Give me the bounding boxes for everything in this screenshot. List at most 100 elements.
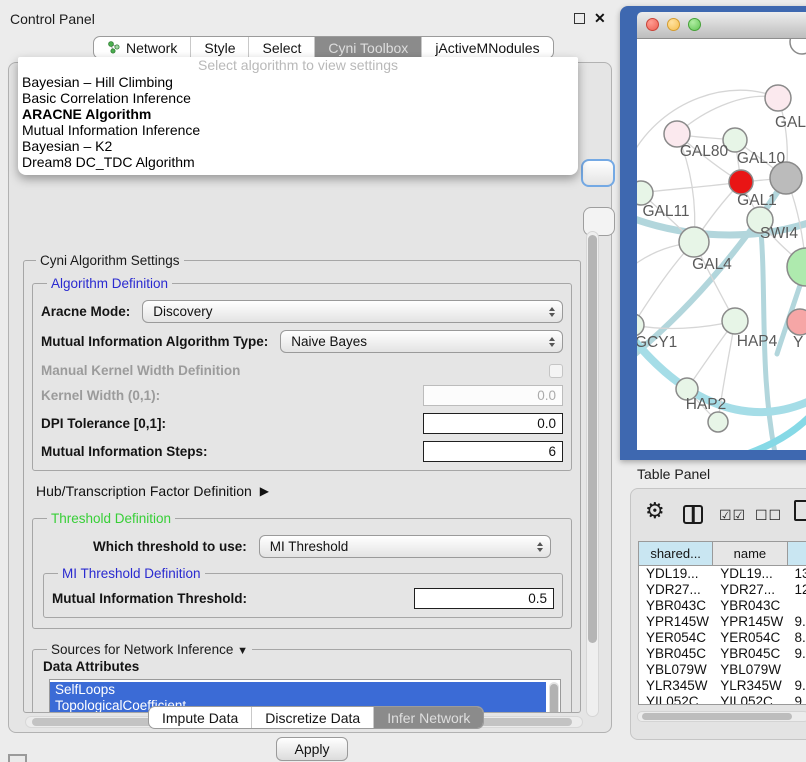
sources-legend[interactable]: Sources for Network Inference ▼ — [47, 642, 252, 657]
tab-impute-data[interactable]: Impute Data — [149, 707, 251, 728]
table-row[interactable]: YER054CYER054C8. — [639, 630, 806, 646]
table-horizontal-scrollbar[interactable] — [637, 711, 806, 722]
network-node[interactable] — [765, 85, 791, 111]
which-threshold-combobox[interactable]: MI Threshold — [259, 535, 551, 558]
mi-steps-input[interactable]: 6 — [423, 441, 563, 462]
select-all-icon[interactable]: ☑☑ — [719, 508, 746, 524]
algorithm-list: Bayesian – Hill ClimbingBasic Correlatio… — [18, 74, 578, 170]
list-scrollbar-thumb[interactable] — [550, 684, 558, 713]
tab-infer-network[interactable]: Infer Network — [373, 707, 483, 728]
table-cell: YDR27... — [639, 582, 713, 598]
column-header-partial[interactable]: A — [788, 542, 806, 565]
network-edge[interactable] — [677, 96, 778, 134]
table-row[interactable]: YLR345WYLR345W9. — [639, 678, 806, 694]
algorithm-option[interactable]: Bayesian – Hill Climbing — [18, 74, 578, 90]
algorithm-definition-group: Algorithm Definition Aracne Mode: Discov… — [32, 276, 572, 471]
network-node-label: GCY1 — [637, 334, 677, 351]
split-columns-icon[interactable] — [683, 505, 703, 524]
tab-style[interactable]: Style — [190, 37, 248, 58]
dpi-tolerance-input[interactable]: 0.0 — [423, 413, 563, 434]
network-node-label: GAL4 — [692, 256, 732, 273]
table-cell: YBR043C — [713, 598, 787, 614]
which-threshold-label: Which threshold to use: — [93, 539, 247, 554]
table-cell: YPR145W — [639, 614, 713, 630]
table-header-row: shared... name A — [639, 542, 806, 566]
table-cell: YER054C — [639, 630, 713, 646]
threshold-definition-group: Threshold Definition Which threshold to … — [32, 511, 572, 629]
list-scrollbar[interactable] — [549, 682, 559, 713]
settings-vertical-scrollbar[interactable] — [586, 231, 599, 717]
table-panel: ⚙ ☑☑ ☐☐ shared... name A YDL19...YDL19..… — [630, 488, 806, 740]
table-cell: YER054C — [713, 630, 787, 646]
application-window: Control Panel ✕ Network Style Select Cyn… — [0, 0, 806, 762]
mi-threshold-input[interactable]: 0.5 — [414, 588, 554, 609]
aracne-mode-combobox[interactable]: Discovery — [142, 300, 563, 323]
network-node[interactable] — [708, 412, 728, 432]
zoom-window-icon[interactable] — [688, 18, 701, 31]
stepper-arrows-icon — [549, 337, 555, 347]
tab-cyni-toolbox[interactable]: Cyni Toolbox — [314, 37, 421, 58]
deselect-all-icon[interactable]: ☐☐ — [755, 508, 782, 524]
network-window-titlebar[interactable] — [637, 12, 806, 39]
mi-algorithm-type-combobox[interactable]: Naive Bayes — [280, 330, 563, 353]
table-row[interactable]: YDR27...YDR27...12 — [639, 582, 806, 598]
apply-button[interactable]: Apply — [276, 737, 348, 761]
table-cell: YLR345W — [713, 678, 787, 694]
table-row[interactable]: YPR145WYPR145W9. — [639, 614, 806, 630]
table-cell: YPR145W — [713, 614, 787, 630]
table-row[interactable]: YBR043CYBR043C — [639, 598, 806, 614]
network-node-label: HAP2 — [686, 396, 727, 413]
table-row[interactable]: YBR045CYBR045C9. — [639, 646, 806, 662]
table-scrollbar-thumb[interactable] — [642, 713, 792, 720]
hub-transcription-factor-expander[interactable]: Hub/Transcription Factor Definition ▶ — [36, 483, 570, 499]
inference-algorithm-combobox-partial[interactable] — [581, 159, 615, 187]
bottom-tab-bar: Impute Data Discretize Data Infer Networ… — [148, 706, 484, 729]
tab-select[interactable]: Select — [248, 37, 314, 58]
tab-discretize-data[interactable]: Discretize Data — [251, 707, 373, 728]
algorithm-option[interactable]: Dream8 DC_TDC Algorithm — [18, 154, 578, 170]
control-panel-window-buttons: ✕ — [574, 12, 606, 24]
table-cell: YDL19... — [639, 566, 713, 582]
close-icon[interactable]: ✕ — [594, 12, 606, 24]
threshold-definition-legend: Threshold Definition — [47, 511, 175, 526]
algorithm-option[interactable]: Bayesian – K2 — [18, 138, 578, 154]
algorithm-option[interactable]: Basic Correlation Inference — [18, 90, 578, 106]
table-cell: YIL052C — [713, 694, 787, 704]
network-node[interactable] — [787, 309, 806, 335]
table-cell: YBR043C — [639, 598, 713, 614]
document-icon[interactable] — [794, 500, 806, 521]
column-header-shared-name[interactable]: shared... — [639, 542, 713, 565]
network-node[interactable] — [637, 314, 644, 336]
tab-network[interactable]: Network — [94, 37, 190, 58]
algorithm-option[interactable]: ARACNE Algorithm — [18, 106, 578, 122]
network-node[interactable] — [722, 308, 748, 334]
data-attribute-item[interactable]: SelfLoops — [50, 682, 546, 698]
float-window-icon[interactable] — [574, 13, 585, 24]
network-node[interactable] — [729, 170, 753, 194]
column-header-name[interactable]: name — [713, 542, 787, 565]
window-traffic-lights — [646, 18, 701, 31]
network-edge[interactable] — [637, 321, 735, 328]
network-node[interactable] — [679, 227, 709, 257]
tab-jactivemnodules[interactable]: jActiveMNodules — [421, 37, 552, 58]
control-panel-tab-bar: Network Style Select Cyni Toolbox jActiv… — [93, 36, 554, 59]
settings-gear-icon[interactable]: ⚙ — [645, 499, 665, 524]
stepper-arrows-icon — [549, 307, 555, 317]
network-canvas[interactable]: GALGAL80GAL10GAL1GAL11SWI4GAL4GCY1HAP4YH… — [637, 39, 806, 450]
table-row[interactable]: YDL19...YDL19...13 — [639, 566, 806, 582]
network-view-window[interactable]: GALGAL80GAL10GAL1GAL11SWI4GAL4GCY1HAP4YH… — [620, 6, 806, 460]
close-window-icon[interactable] — [646, 18, 659, 31]
table-cell: 8. — [787, 630, 806, 646]
algorithm-option[interactable]: Mutual Information Inference — [18, 122, 578, 138]
table-row[interactable]: YIL052CYIL052C9 — [639, 694, 806, 704]
network-node-label: HAP4 — [737, 333, 778, 350]
cyni-algorithm-settings-group: Cyni Algorithm Settings Algorithm Defini… — [23, 253, 581, 713]
table-cell: 9. — [787, 646, 806, 662]
minimized-panel-grip[interactable] — [8, 754, 27, 762]
network-node[interactable] — [790, 39, 806, 54]
manual-kernel-width-checkbox[interactable] — [549, 364, 563, 378]
vertical-scrollbar-thumb[interactable] — [588, 235, 597, 643]
table-row[interactable]: YBL079WYBL079W — [639, 662, 806, 678]
mi-steps-label: Mutual Information Steps: — [41, 444, 208, 459]
minimize-window-icon[interactable] — [667, 18, 680, 31]
